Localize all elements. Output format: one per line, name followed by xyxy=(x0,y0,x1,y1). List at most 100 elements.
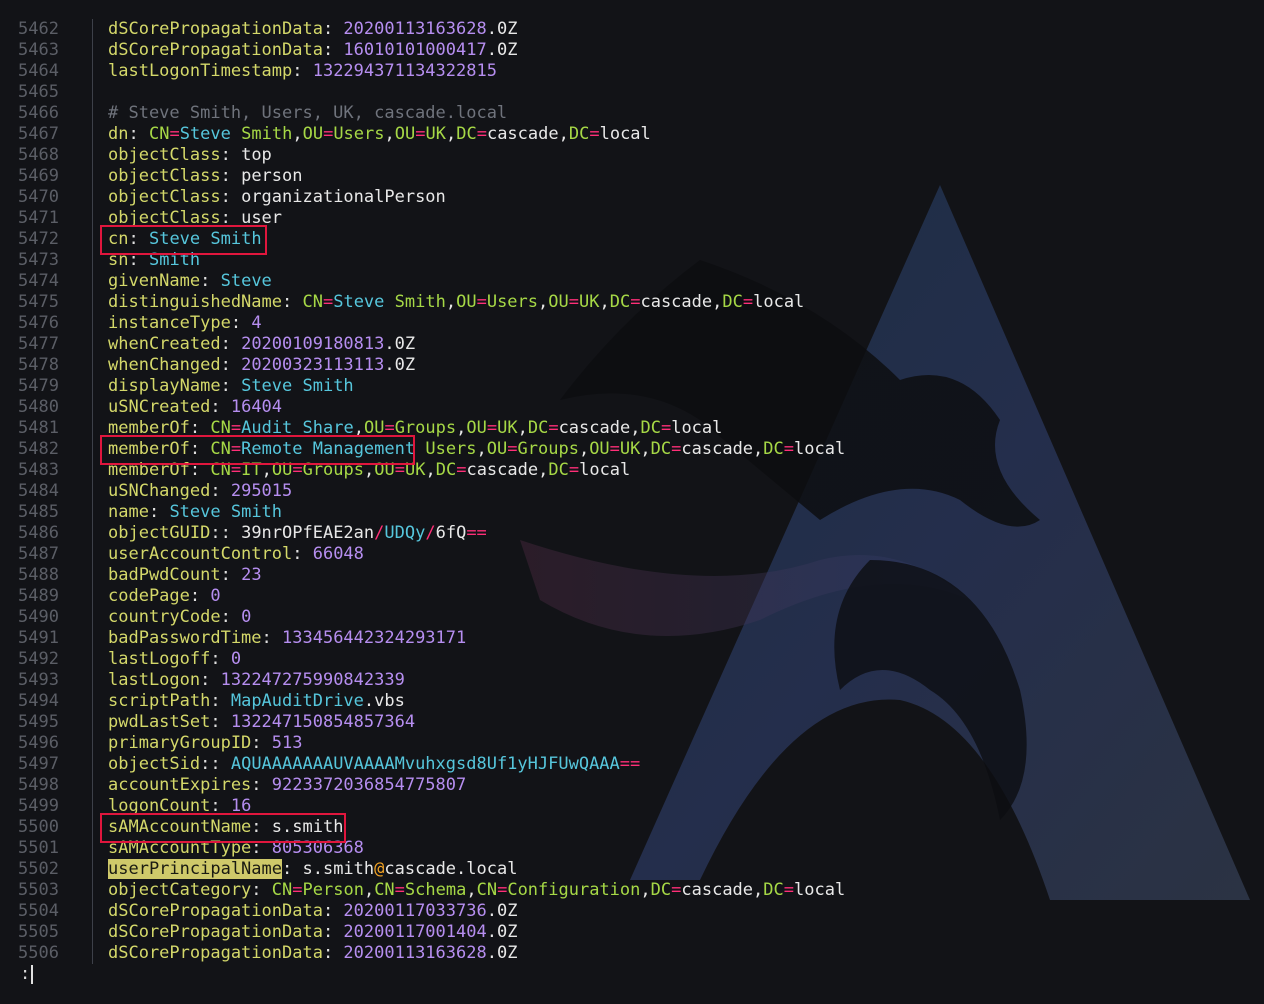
pager-prompt[interactable]: : xyxy=(20,964,34,985)
gutter-divider xyxy=(92,313,93,334)
token: OU xyxy=(548,292,569,312)
token: / xyxy=(425,523,436,543)
token: : xyxy=(210,397,231,417)
token: dSCorePropagationData xyxy=(108,922,323,942)
token: objectClass xyxy=(108,166,221,186)
token: dSCorePropagationData xyxy=(108,19,323,39)
token: cascade.local xyxy=(384,859,518,879)
token: 20200113163628 xyxy=(343,943,487,963)
token: 20200113163628 xyxy=(343,19,487,39)
line-content: givenName: Steve xyxy=(108,271,272,292)
token: uSNChanged xyxy=(108,481,211,501)
line-number: 5471 xyxy=(18,208,59,228)
token: = xyxy=(323,124,334,144)
line-content: countryCode: 0 xyxy=(108,607,251,628)
line-number: 5490 xyxy=(18,607,59,627)
token: : xyxy=(220,145,242,165)
highlight-box-remote-management xyxy=(100,435,415,465)
token: cascade xyxy=(640,292,713,312)
code-line: 5502 userPrincipalName: s.smith@cascade.l… xyxy=(0,859,1264,880)
token: : xyxy=(230,313,252,333)
token: uSNCreated xyxy=(108,397,211,417)
token: objectCategory xyxy=(108,880,252,900)
token: lastLogon xyxy=(108,670,201,690)
line-number: 5489 xyxy=(18,586,59,606)
token: .0Z xyxy=(486,19,518,39)
token: 0 xyxy=(241,607,252,627)
token: CN xyxy=(271,880,293,900)
line-content: name: Steve Smith xyxy=(108,502,282,523)
line-content: dSCorePropagationData: 20200117033736.0Z xyxy=(108,901,517,922)
line-content: dSCorePropagationData: 20200117001404.0Z xyxy=(108,922,517,943)
token: , xyxy=(445,292,457,312)
gutter-divider xyxy=(92,502,93,523)
code-line: 5488 badPwdCount: 23 xyxy=(0,565,1264,586)
code-line: 5484 uSNChanged: 295015 xyxy=(0,481,1264,502)
token: 9223372036854775807 xyxy=(271,775,467,795)
token: DC xyxy=(435,460,457,480)
token: 66048 xyxy=(312,544,364,564)
code-line: 5480 uSNCreated: 16404 xyxy=(0,397,1264,418)
token: UDQy xyxy=(384,523,426,543)
token: OU xyxy=(486,439,508,459)
gutter-divider xyxy=(92,880,93,901)
token: UK xyxy=(579,292,600,312)
gutter-divider xyxy=(92,250,93,271)
gutter-divider xyxy=(92,481,93,502)
token: , xyxy=(640,880,651,900)
gutter-divider xyxy=(92,292,93,313)
token: 16010101000417 xyxy=(343,40,487,60)
line-number: 5474 xyxy=(18,271,59,291)
token: , xyxy=(476,439,487,459)
token: UK xyxy=(497,418,518,438)
gutter-divider xyxy=(92,187,93,208)
gutter-divider xyxy=(92,166,93,187)
token: Steve xyxy=(220,271,272,291)
token: = xyxy=(486,418,498,438)
line-content: accountExpires: 9223372036854775807 xyxy=(108,775,466,796)
token: : xyxy=(220,355,242,375)
gutter-divider xyxy=(92,376,93,397)
line-number: 5499 xyxy=(18,796,59,816)
line-content: lastLogonTimestamp: 132294371134322815 xyxy=(108,61,497,82)
token: = xyxy=(548,418,559,438)
token: DC xyxy=(568,124,590,144)
token: s.smith xyxy=(302,859,375,879)
line-number: 5500 xyxy=(18,817,59,837)
token: : xyxy=(220,334,242,354)
token: .0Z xyxy=(384,334,416,354)
gutter-divider xyxy=(92,607,93,628)
token: codePage xyxy=(108,586,190,606)
gutter-divider xyxy=(92,229,93,250)
token: : xyxy=(200,271,221,291)
token: 20200323113113 xyxy=(241,355,385,375)
line-number: 5497 xyxy=(18,754,59,774)
code-line: 5506 dSCorePropagationData: 2020011316362… xyxy=(0,943,1264,964)
token: scriptPath xyxy=(108,691,211,711)
token: : xyxy=(210,712,231,732)
token: :: xyxy=(200,754,231,774)
token: = xyxy=(671,439,682,459)
token: Smith xyxy=(394,292,446,312)
token: == xyxy=(466,523,487,543)
token: , xyxy=(630,418,641,438)
gutter-divider xyxy=(92,397,93,418)
line-content: instanceType: 4 xyxy=(108,313,262,334)
token: : xyxy=(322,901,344,921)
token: # Steve Smith, Users, UK, cascade.local xyxy=(108,103,508,123)
line-content: dn: CN=Steve Smith,OU=Users,OU=UK,DC=cas… xyxy=(108,124,651,145)
token: OU xyxy=(394,124,416,144)
code-line: 5497 objectSid:: AQUAAAAAAAUVAAAAMvuhxgsd… xyxy=(0,754,1264,775)
line-number: 5493 xyxy=(18,670,59,690)
line-number: 5463 xyxy=(18,40,59,60)
text-cursor xyxy=(31,964,34,984)
gutter-divider xyxy=(92,670,93,691)
token: = xyxy=(169,124,180,144)
line-content: uSNChanged: 295015 xyxy=(108,481,292,502)
line-number: 5494 xyxy=(18,691,59,711)
token: , xyxy=(599,292,610,312)
token: CN xyxy=(302,292,323,312)
token: cascade xyxy=(681,439,754,459)
token: badPwdCount xyxy=(108,565,221,585)
token: DC xyxy=(527,418,549,438)
